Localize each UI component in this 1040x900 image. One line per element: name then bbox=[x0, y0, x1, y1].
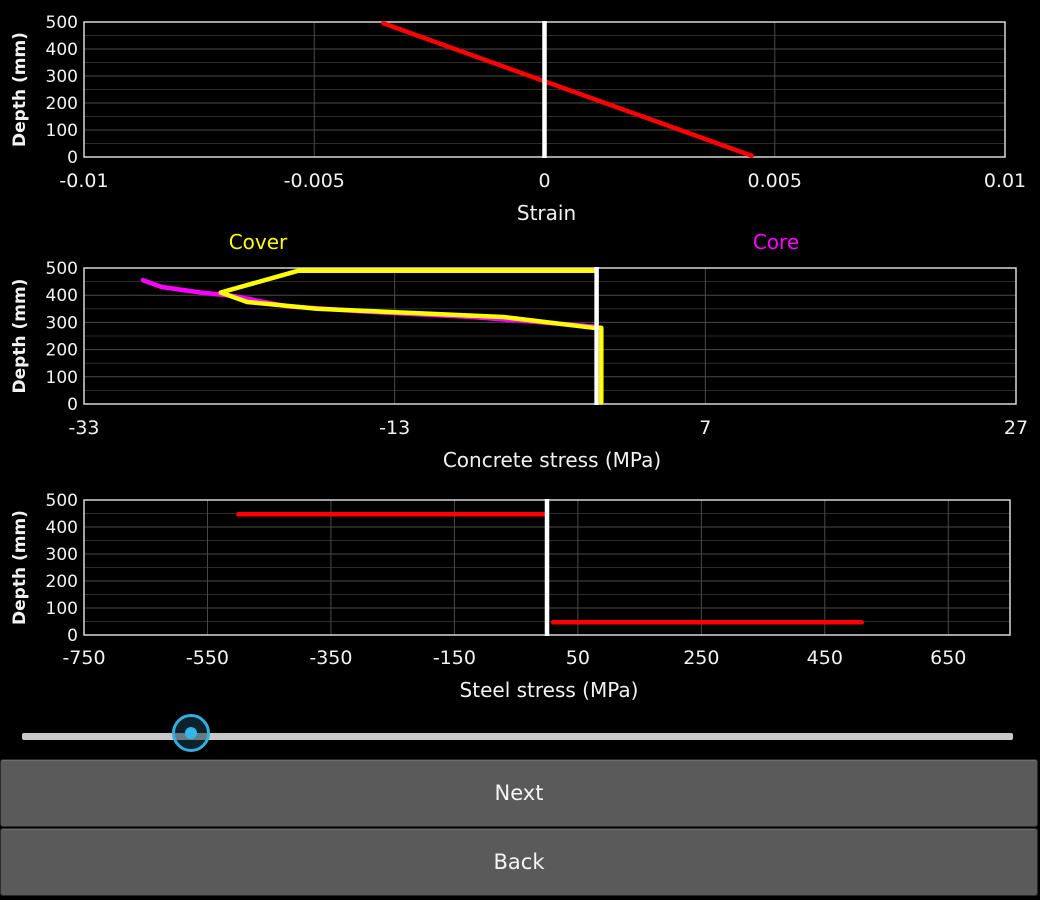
chart3-x-tick-label: 650 bbox=[930, 647, 966, 669]
chart1-y-tick-label: 300 bbox=[46, 67, 78, 87]
chart1-y-axis-title: Depth (mm) bbox=[10, 32, 30, 147]
slider-thumb-dot bbox=[185, 727, 197, 739]
chart2-series-cover-line bbox=[218, 268, 604, 405]
chart1-x-tick-label: 0.01 bbox=[984, 170, 1026, 192]
charts-area: 0100200300400500-0.01 -0.005 0 0.005 0.01Str… bbox=[10, 13, 1028, 702]
chart2-y-tick-label: 100 bbox=[46, 368, 78, 388]
chart1-y-tick-label: 100 bbox=[46, 121, 78, 141]
chart3-x-tick-label: -150 bbox=[433, 647, 476, 669]
chart3-y-tick-label: 200 bbox=[46, 572, 78, 592]
chart1-x-tick-label: 0 bbox=[538, 170, 550, 192]
chart2-x-tick-label: -13 bbox=[379, 417, 410, 439]
chart3-x-tick-label: -550 bbox=[186, 647, 229, 669]
chart2-x-tick-label: -33 bbox=[68, 417, 99, 439]
chart2-x-tick-label: 7 bbox=[699, 417, 711, 439]
chart3-y-axis-title: Depth (mm) bbox=[10, 510, 30, 625]
chart1-x-tick-label: 0.005 bbox=[748, 170, 802, 192]
chart1-y-tick-label: 500 bbox=[46, 13, 78, 33]
back-button[interactable]: Back bbox=[0, 828, 1038, 896]
chart2-y-tick-label: 400 bbox=[46, 286, 78, 306]
chart3-x-tick-label: -350 bbox=[309, 647, 352, 669]
chart2-y-tick-label: 0 bbox=[67, 395, 78, 415]
chart2-legend-cover: Cover bbox=[229, 230, 288, 254]
chart2-y-tick-label: 500 bbox=[46, 259, 78, 279]
chart3-x-tick-label: 450 bbox=[807, 647, 843, 669]
chart3-x-tick-label: 250 bbox=[683, 647, 719, 669]
next-button[interactable]: Next bbox=[0, 759, 1038, 827]
chart3-y-tick-label: 500 bbox=[46, 491, 78, 511]
chart2-legend-core: Core bbox=[753, 230, 799, 254]
slider-thumb[interactable] bbox=[172, 714, 210, 752]
load-step-slider[interactable] bbox=[22, 733, 1013, 740]
chart2-y-axis-title: Depth (mm) bbox=[10, 279, 30, 394]
chart3-x-tick-label: -750 bbox=[62, 647, 105, 669]
chart2-x-axis-title: Concrete stress (MPa) bbox=[443, 448, 661, 472]
chart2-y-tick-label: 200 bbox=[46, 341, 78, 361]
chart3-x-axis-title: Steel stress (MPa) bbox=[460, 678, 639, 702]
chart1-y-tick-label: 400 bbox=[46, 40, 78, 60]
chart1-x-tick-label: -0.005 bbox=[284, 170, 345, 192]
chart1-y-tick-label: 0 bbox=[67, 148, 78, 168]
chart3-x-tick-label: 50 bbox=[566, 647, 590, 669]
chart1-x-axis-title: Strain bbox=[517, 201, 576, 225]
chart1-x-tick-label: -0.01 bbox=[59, 170, 108, 192]
chart3-y-tick-label: 400 bbox=[46, 518, 78, 538]
chart2-y-tick-label: 300 bbox=[46, 313, 78, 333]
chart1-y-tick-label: 200 bbox=[46, 94, 78, 114]
chart3-y-tick-label: 300 bbox=[46, 545, 78, 565]
chart3-y-tick-label: 100 bbox=[46, 599, 78, 619]
chart3-y-tick-label: 0 bbox=[67, 626, 78, 646]
chart2-x-tick-label: 27 bbox=[1004, 417, 1028, 439]
